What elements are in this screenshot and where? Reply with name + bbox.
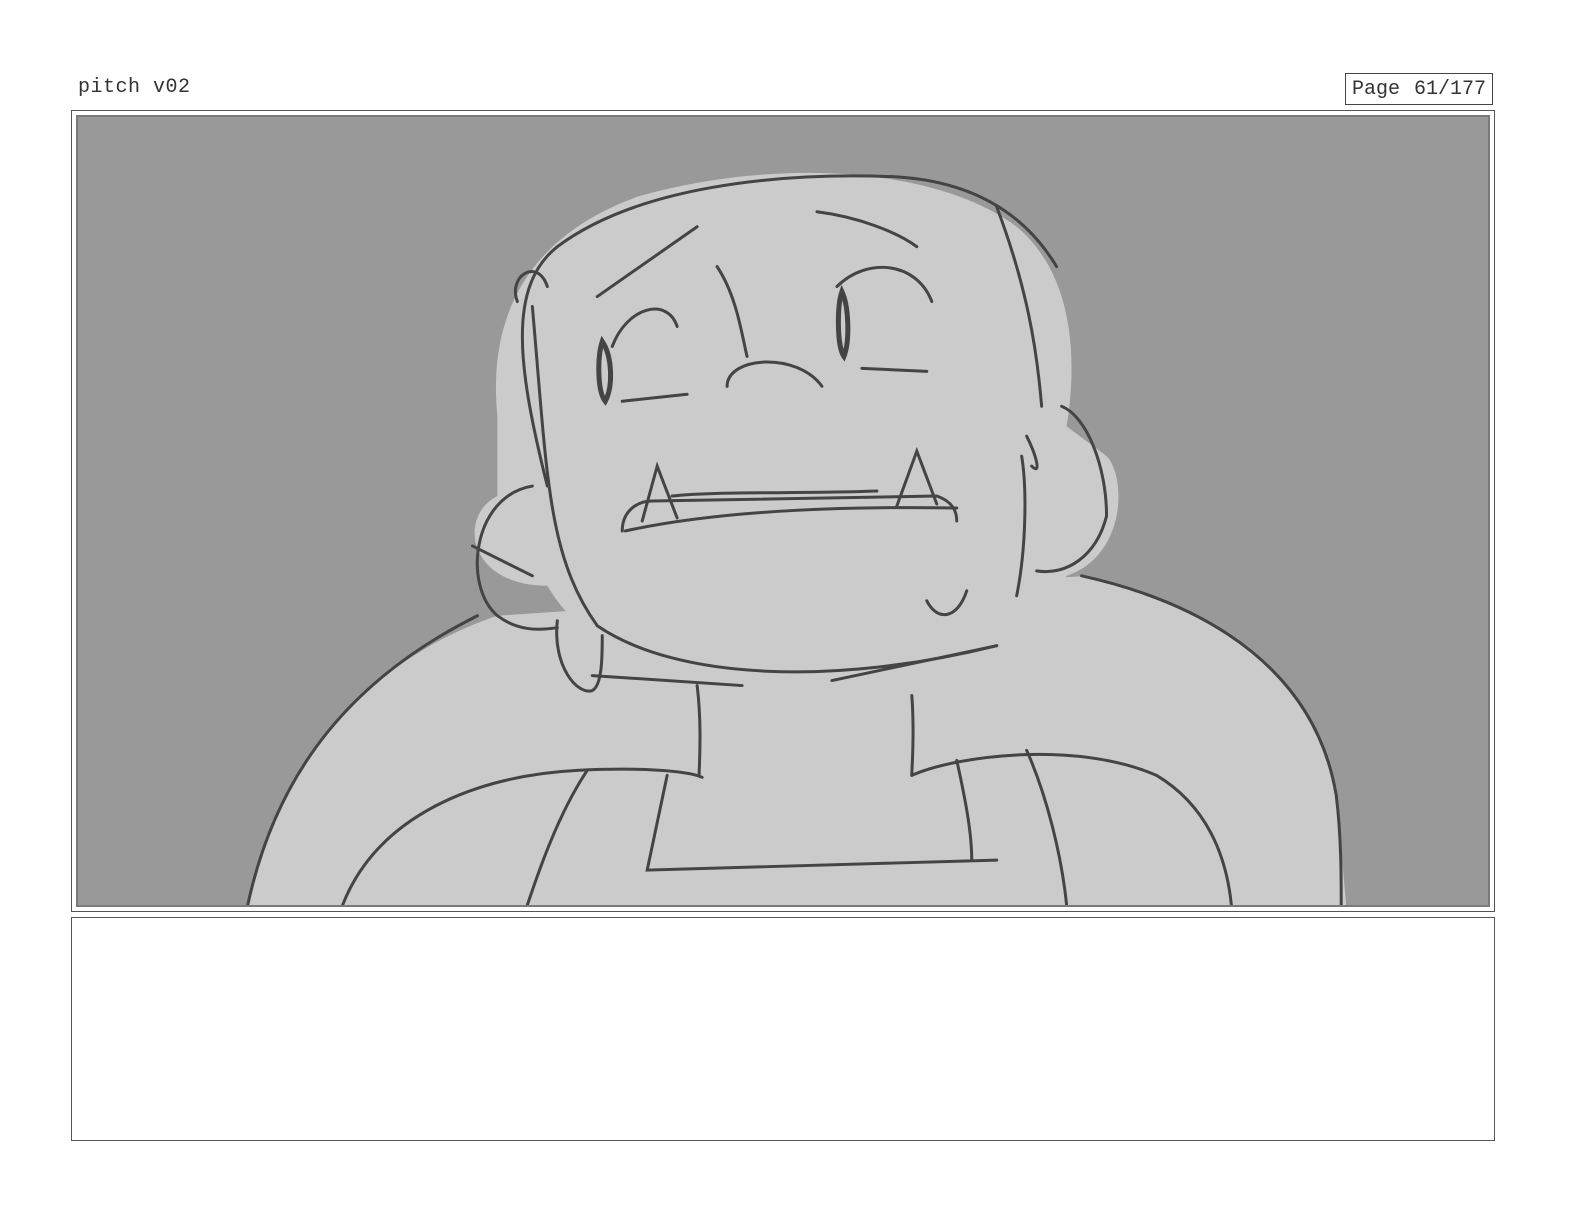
document-title: pitch v02 — [78, 76, 191, 99]
panel-notes[interactable] — [71, 917, 1495, 1141]
storyboard-panel — [71, 110, 1495, 912]
page-label: Page — [1352, 77, 1401, 101]
panel-drawing — [76, 115, 1490, 907]
character-sketch — [246, 172, 1347, 905]
page-number: 61/177 — [1413, 77, 1486, 101]
page-indicator: Page 61/177 — [1345, 73, 1493, 105]
